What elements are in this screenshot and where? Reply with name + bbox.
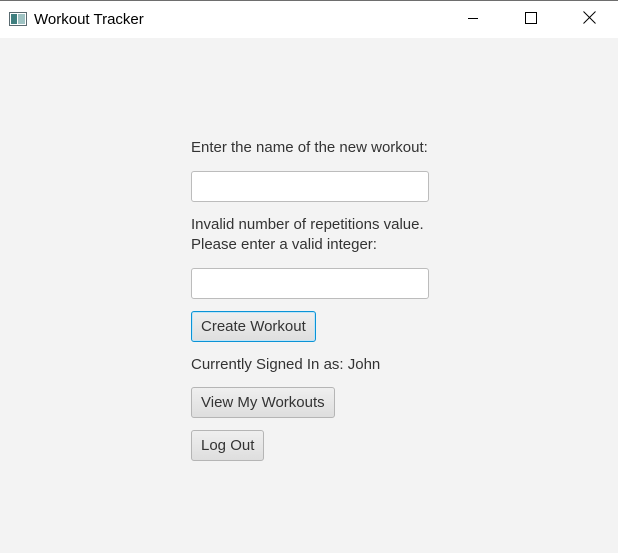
workout-form-panel: Enter the name of the new workout: Inval… [0,38,618,553]
signed-in-status: Currently Signed In as: John [191,356,381,373]
minimize-button[interactable] [450,1,496,38]
window-title: Workout Tracker [34,11,144,28]
close-icon [582,10,596,29]
view-my-workouts-button[interactable]: View My Workouts [191,387,335,418]
maximize-icon [525,11,537,29]
repetitions-input[interactable] [191,268,429,299]
minimize-icon [467,11,479,29]
java-window-icon [9,12,27,26]
workout-name-input[interactable] [191,171,429,202]
workout-name-label: Enter the name of the new workout: [191,139,428,156]
log-out-button[interactable]: Log Out [191,430,265,461]
create-workout-button[interactable]: Create Workout [191,311,316,342]
repetitions-error-line2: Please enter a valid integer: [191,236,377,253]
repetitions-error-line1: Invalid number of repetitions value. [191,216,424,233]
close-button[interactable] [566,1,612,38]
app-window: Workout Tracker Enter the name of the ne… [0,0,618,553]
maximize-button[interactable] [508,1,554,38]
title-bar[interactable]: Workout Tracker [0,1,618,38]
